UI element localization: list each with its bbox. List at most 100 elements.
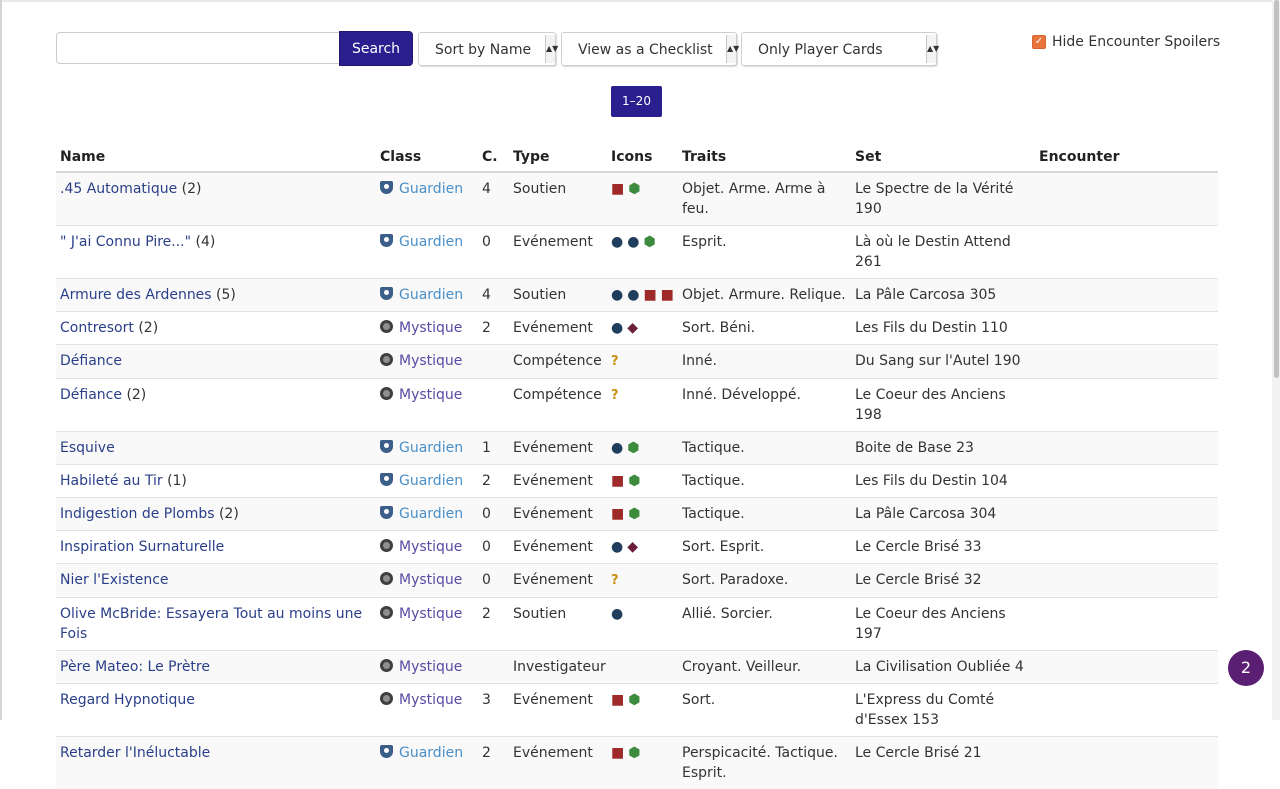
table-row: Inspiration SurnaturelleMystique0Evéneme…: [56, 531, 1218, 564]
card-type: Evénement: [509, 312, 607, 345]
table-row: Père Mateo: Le PrètreMystiqueInvestigate…: [56, 651, 1218, 684]
card-name-link[interactable]: Esquive: [60, 440, 115, 456]
card-class-label[interactable]: Mystique: [399, 606, 462, 622]
pagination-page-button[interactable]: 1–20: [611, 86, 662, 117]
card-name-link[interactable]: " J'ai Connu Pire...": [60, 234, 191, 250]
header-name[interactable]: Name: [56, 142, 376, 172]
help-chat-button[interactable]: 2: [1228, 650, 1264, 686]
card-class-label[interactable]: Mystique: [399, 659, 462, 675]
card-skill-icons: ■⬢: [607, 498, 678, 531]
agility-icon: ⬢: [628, 743, 641, 763]
card-class-label[interactable]: Guardien: [399, 440, 463, 456]
card-class-cell: Mystique: [376, 531, 478, 564]
search-input[interactable]: [56, 32, 339, 64]
card-quantity: (2): [182, 181, 202, 197]
guardian-class-icon: [380, 506, 393, 519]
card-name-cell: " J'ai Connu Pire..." (4): [56, 226, 376, 279]
mystic-class-icon: [380, 387, 393, 400]
header-class[interactable]: Class: [376, 142, 478, 172]
card-name-cell: Olive McBride: Essayera Tout au moins un…: [56, 598, 376, 651]
card-class-label[interactable]: Guardien: [399, 181, 463, 197]
card-class-label[interactable]: Mystique: [399, 692, 462, 708]
card-skill-icons: ■⬢: [607, 737, 678, 789]
card-rows: .45 Automatique (2)Guardien4Soutien■⬢Obj…: [56, 172, 1218, 789]
card-name-link[interactable]: Défiance: [60, 387, 122, 403]
sort-select[interactable]: Sort by Name ▲▼: [418, 32, 556, 66]
header-traits[interactable]: Traits: [678, 142, 851, 172]
card-class-label[interactable]: Mystique: [399, 320, 462, 336]
card-class-label[interactable]: Mystique: [399, 353, 462, 369]
mystic-class-icon: [380, 692, 393, 705]
scrollbar-thumb[interactable]: [1274, 0, 1279, 378]
card-class-cell: Mystique: [376, 379, 478, 432]
header-encounter[interactable]: Encounter: [1035, 142, 1218, 172]
card-encounter: [1035, 312, 1218, 345]
view-select[interactable]: View as a Checklist ▲▼: [561, 32, 737, 66]
card-traits: Objet. Armure. Relique.: [678, 279, 851, 312]
willpower-icon: ●: [611, 232, 624, 252]
card-skill-icons: ?: [607, 345, 678, 379]
card-class-label[interactable]: Guardien: [399, 506, 463, 522]
guardian-class-icon: [380, 473, 393, 486]
card-set: Le Coeur des Anciens 197: [851, 598, 1035, 651]
card-name-link[interactable]: Armure des Ardennes: [60, 287, 212, 303]
card-name-link[interactable]: Regard Hypnotique: [60, 692, 195, 708]
card-encounter: [1035, 531, 1218, 564]
card-class-label[interactable]: Guardien: [399, 745, 463, 761]
card-class-label[interactable]: Guardien: [399, 287, 463, 303]
card-set: L'Express du Comté d'Essex 153: [851, 684, 1035, 737]
card-encounter: [1035, 737, 1218, 789]
card-name-link[interactable]: Retarder l'Inéluctable: [60, 745, 210, 761]
card-name-cell: Armure des Ardennes (5): [56, 279, 376, 312]
header-icons[interactable]: Icons: [607, 142, 678, 172]
card-name-link[interactable]: Père Mateo: Le Prètre: [60, 659, 210, 675]
card-name-link[interactable]: Nier l'Existence: [60, 572, 169, 588]
card-class-label[interactable]: Guardien: [399, 473, 463, 489]
card-encounter: [1035, 379, 1218, 432]
card-quantity: (2): [219, 506, 239, 522]
card-name-cell: Contresort (2): [56, 312, 376, 345]
hide-spoilers-checkbox[interactable]: ✓: [1032, 35, 1046, 49]
card-name-link[interactable]: Indigestion de Plombs: [60, 506, 215, 522]
card-name-cell: Regard Hypnotique: [56, 684, 376, 737]
card-skill-icons: [607, 651, 678, 684]
card-skill-icons: ?: [607, 379, 678, 432]
card-class-label[interactable]: Mystique: [399, 539, 462, 555]
card-cost: 0: [478, 531, 509, 564]
card-class-label[interactable]: Guardien: [399, 234, 463, 250]
card-traits: Tactique.: [678, 432, 851, 465]
card-filter-select-label: Only Player Cards: [758, 42, 883, 58]
header-cost[interactable]: C.: [478, 142, 509, 172]
card-encounter: [1035, 345, 1218, 379]
card-class-cell: Mystique: [376, 598, 478, 651]
table-row: DéfianceMystiqueCompétence?Inné.Du Sang …: [56, 345, 1218, 379]
card-set: Là où le Destin Attend 261: [851, 226, 1035, 279]
header-type[interactable]: Type: [509, 142, 607, 172]
search-button[interactable]: Search: [339, 31, 413, 66]
card-name-link[interactable]: .45 Automatique: [60, 181, 177, 197]
card-cost: 4: [478, 279, 509, 312]
card-type: Soutien: [509, 279, 607, 312]
card-name-link[interactable]: Inspiration Surnaturelle: [60, 539, 224, 555]
card-name-cell: .45 Automatique (2): [56, 172, 376, 226]
card-name-cell: Inspiration Surnaturelle: [56, 531, 376, 564]
card-class-label[interactable]: Mystique: [399, 572, 462, 588]
card-quantity: (4): [196, 234, 216, 250]
view-select-label: View as a Checklist: [578, 42, 713, 58]
card-name-link[interactable]: Défiance: [60, 353, 122, 369]
combat-icon: ■: [611, 179, 625, 199]
card-name-link[interactable]: Contresort: [60, 320, 134, 336]
guardian-class-icon: [380, 440, 393, 453]
guardian-class-icon: [380, 287, 393, 300]
page-scrollbar[interactable]: [1272, 0, 1280, 720]
card-class-label[interactable]: Mystique: [399, 387, 462, 403]
willpower-icon: ●: [627, 285, 640, 305]
card-name-link[interactable]: Olive McBride: Essayera Tout au moins un…: [60, 606, 362, 642]
table-row: Nier l'ExistenceMystique0Evénement?Sort.…: [56, 564, 1218, 598]
header-set[interactable]: Set: [851, 142, 1035, 172]
card-quantity: (5): [216, 287, 236, 303]
card-filter-select[interactable]: Only Player Cards ▲▼: [741, 32, 937, 66]
mystic-class-icon: [380, 572, 393, 585]
guardian-class-icon: [380, 745, 393, 758]
card-name-link[interactable]: Habileté au Tir: [60, 473, 163, 489]
